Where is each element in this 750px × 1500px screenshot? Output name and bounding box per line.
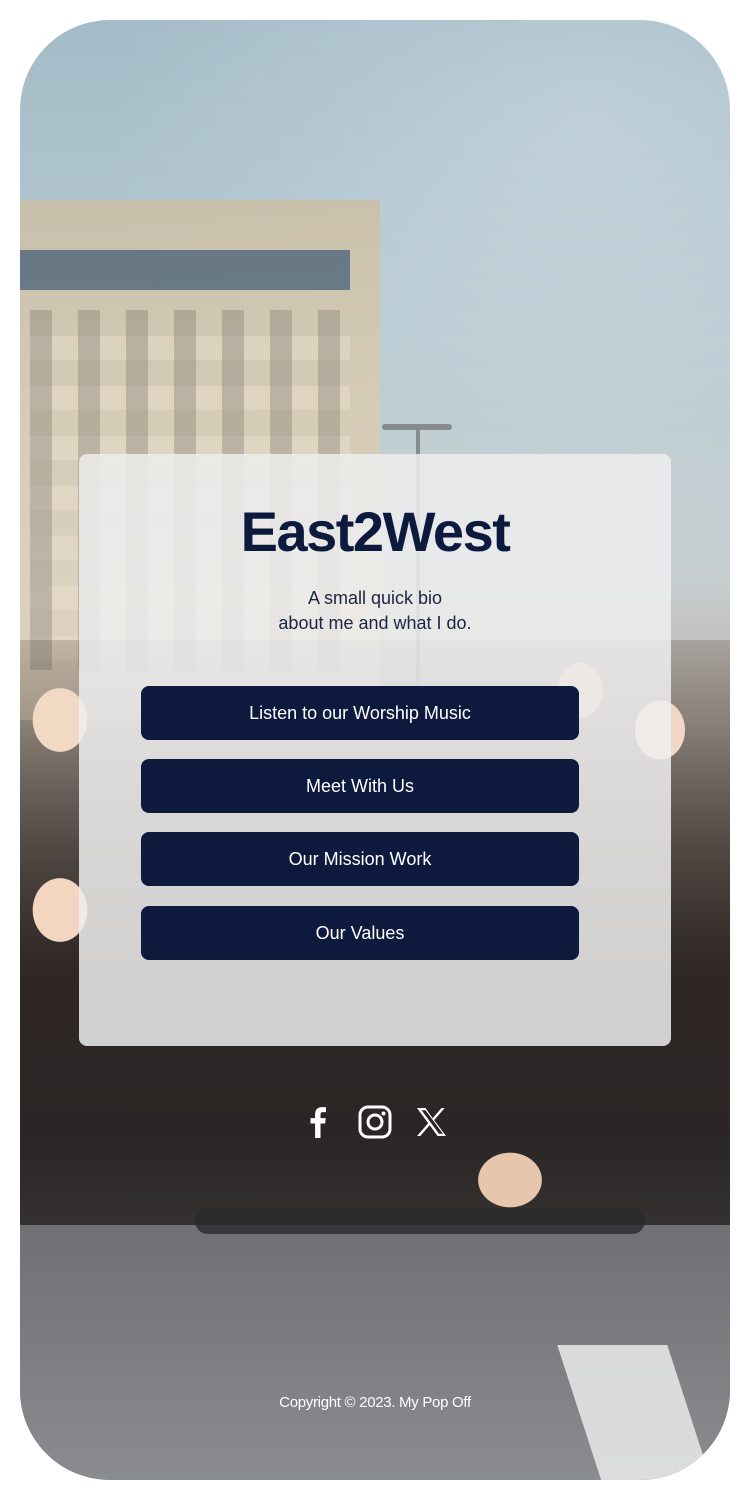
social-links bbox=[20, 1104, 730, 1144]
profile-title: East2West bbox=[240, 500, 511, 563]
bio-line-2: about me and what I do. bbox=[278, 613, 472, 633]
copyright-text: Copyright © 2023. My Pop Off bbox=[279, 1394, 471, 1411]
profile-card: East2West A small quick bio about me and… bbox=[79, 454, 671, 1046]
link-button-worship-music[interactable]: Listen to our Worship Music bbox=[141, 686, 579, 740]
facebook-icon[interactable] bbox=[300, 1104, 336, 1140]
link-button-meet-with-us[interactable]: Meet With Us bbox=[141, 759, 579, 813]
profile-bio: A small quick bio about me and what I do… bbox=[79, 586, 671, 636]
page-frame: East2West A small quick bio about me and… bbox=[20, 20, 730, 1480]
link-button-mission-work[interactable]: Our Mission Work bbox=[141, 832, 579, 886]
link-button-our-values[interactable]: Our Values bbox=[141, 906, 579, 960]
background-building-roof bbox=[20, 250, 350, 290]
instagram-icon[interactable] bbox=[357, 1104, 393, 1140]
background-skateboard bbox=[195, 1208, 645, 1234]
bio-line-1: A small quick bio bbox=[307, 588, 443, 608]
x-twitter-icon[interactable] bbox=[413, 1104, 449, 1140]
